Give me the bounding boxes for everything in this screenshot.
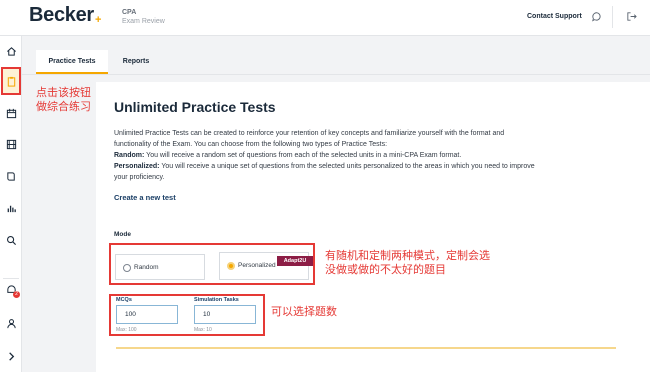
sidebar-annotation-line-2: 做综合练习 bbox=[36, 101, 91, 113]
personalized-description: Personalized: You will receive a unique … bbox=[114, 161, 630, 172]
sidebar-separator bbox=[3, 278, 19, 279]
mode-annotation-line-1: 有随机和定制两种模式，定制会选 bbox=[325, 250, 490, 262]
mcqs-input[interactable]: 100 bbox=[116, 305, 178, 324]
simulation-tasks-input[interactable]: 10 bbox=[194, 305, 256, 324]
personalized-desc: You will receive a unique set of questio… bbox=[159, 163, 535, 170]
sidebar-annotation-line-1: 点击该按钮 bbox=[36, 87, 91, 99]
simulation-tasks-max: Max: 10 bbox=[194, 327, 212, 333]
page-title: Unlimited Practice Tests bbox=[114, 99, 276, 115]
section-divider bbox=[116, 347, 616, 349]
chat-icon[interactable] bbox=[591, 11, 602, 22]
intro-line-1: Unlimited Practice Tests can be created … bbox=[114, 130, 505, 137]
random-desc: You will receive a random set of questio… bbox=[144, 152, 462, 159]
create-test-link[interactable]: Create a new test bbox=[114, 193, 176, 202]
sidebar: 2 bbox=[0, 36, 22, 372]
simulation-tasks-label: Simulation Tasks bbox=[194, 297, 239, 303]
bar-chart-icon[interactable] bbox=[4, 201, 18, 215]
mode-annotation-line-2: 没做或做的不太好的题目 bbox=[325, 264, 446, 276]
home-icon[interactable] bbox=[4, 44, 18, 58]
search-icon[interactable] bbox=[4, 233, 18, 247]
mcqs-max: Max: 100 bbox=[116, 327, 137, 333]
intro-line-2: functionality of the Exam. You can choos… bbox=[114, 141, 388, 148]
calendar-icon[interactable] bbox=[4, 106, 18, 120]
mode-label: Mode bbox=[114, 231, 131, 238]
product-name: CPA bbox=[122, 9, 137, 16]
notification-badge: 2 bbox=[13, 291, 20, 298]
mode-annotation: 有随机和定制两种模式，定制会选 没做或做的不太好的题目 bbox=[325, 249, 490, 277]
tab-underline bbox=[22, 74, 650, 75]
mcqs-label: MCQs bbox=[116, 297, 132, 303]
adapt2u-badge: Adapt2U bbox=[277, 256, 313, 266]
clipboard-icon[interactable] bbox=[4, 74, 18, 88]
logo-plus: + bbox=[95, 14, 102, 26]
radio-random[interactable] bbox=[123, 264, 131, 272]
top-bar: Becker + CPA Exam Review Contact Support bbox=[0, 0, 650, 36]
product-subtitle: Exam Review bbox=[122, 18, 165, 25]
random-description: Random: You will receive a random set of… bbox=[114, 150, 630, 161]
chevron-right-icon[interactable] bbox=[4, 349, 18, 363]
mode-option-random[interactable]: Random bbox=[115, 254, 205, 280]
mode-option-personalized-label: Personalized bbox=[238, 262, 276, 269]
personalized-term: Personalized: bbox=[114, 163, 160, 170]
logout-icon[interactable] bbox=[626, 11, 637, 22]
intro-text: Unlimited Practice Tests can be created … bbox=[114, 128, 630, 183]
book-icon[interactable] bbox=[4, 169, 18, 183]
radio-personalized[interactable] bbox=[227, 262, 235, 270]
random-term: Random: bbox=[114, 152, 145, 159]
tab-reports[interactable]: Reports bbox=[108, 50, 164, 74]
count-annotation: 可以选择题数 bbox=[271, 306, 337, 318]
header-divider bbox=[612, 6, 613, 28]
tab-practice-tests[interactable]: Practice Tests bbox=[36, 50, 108, 74]
personalized-desc-cont: your proficiency. bbox=[114, 174, 165, 181]
contact-support-link[interactable]: Contact Support bbox=[527, 13, 582, 20]
mode-option-random-label: Random bbox=[134, 264, 159, 271]
becker-logo[interactable]: Becker bbox=[29, 4, 94, 27]
sidebar-annotation: 点击该按钮 做综合练习 bbox=[36, 86, 91, 114]
user-icon[interactable] bbox=[4, 316, 18, 330]
film-icon[interactable] bbox=[4, 137, 18, 151]
